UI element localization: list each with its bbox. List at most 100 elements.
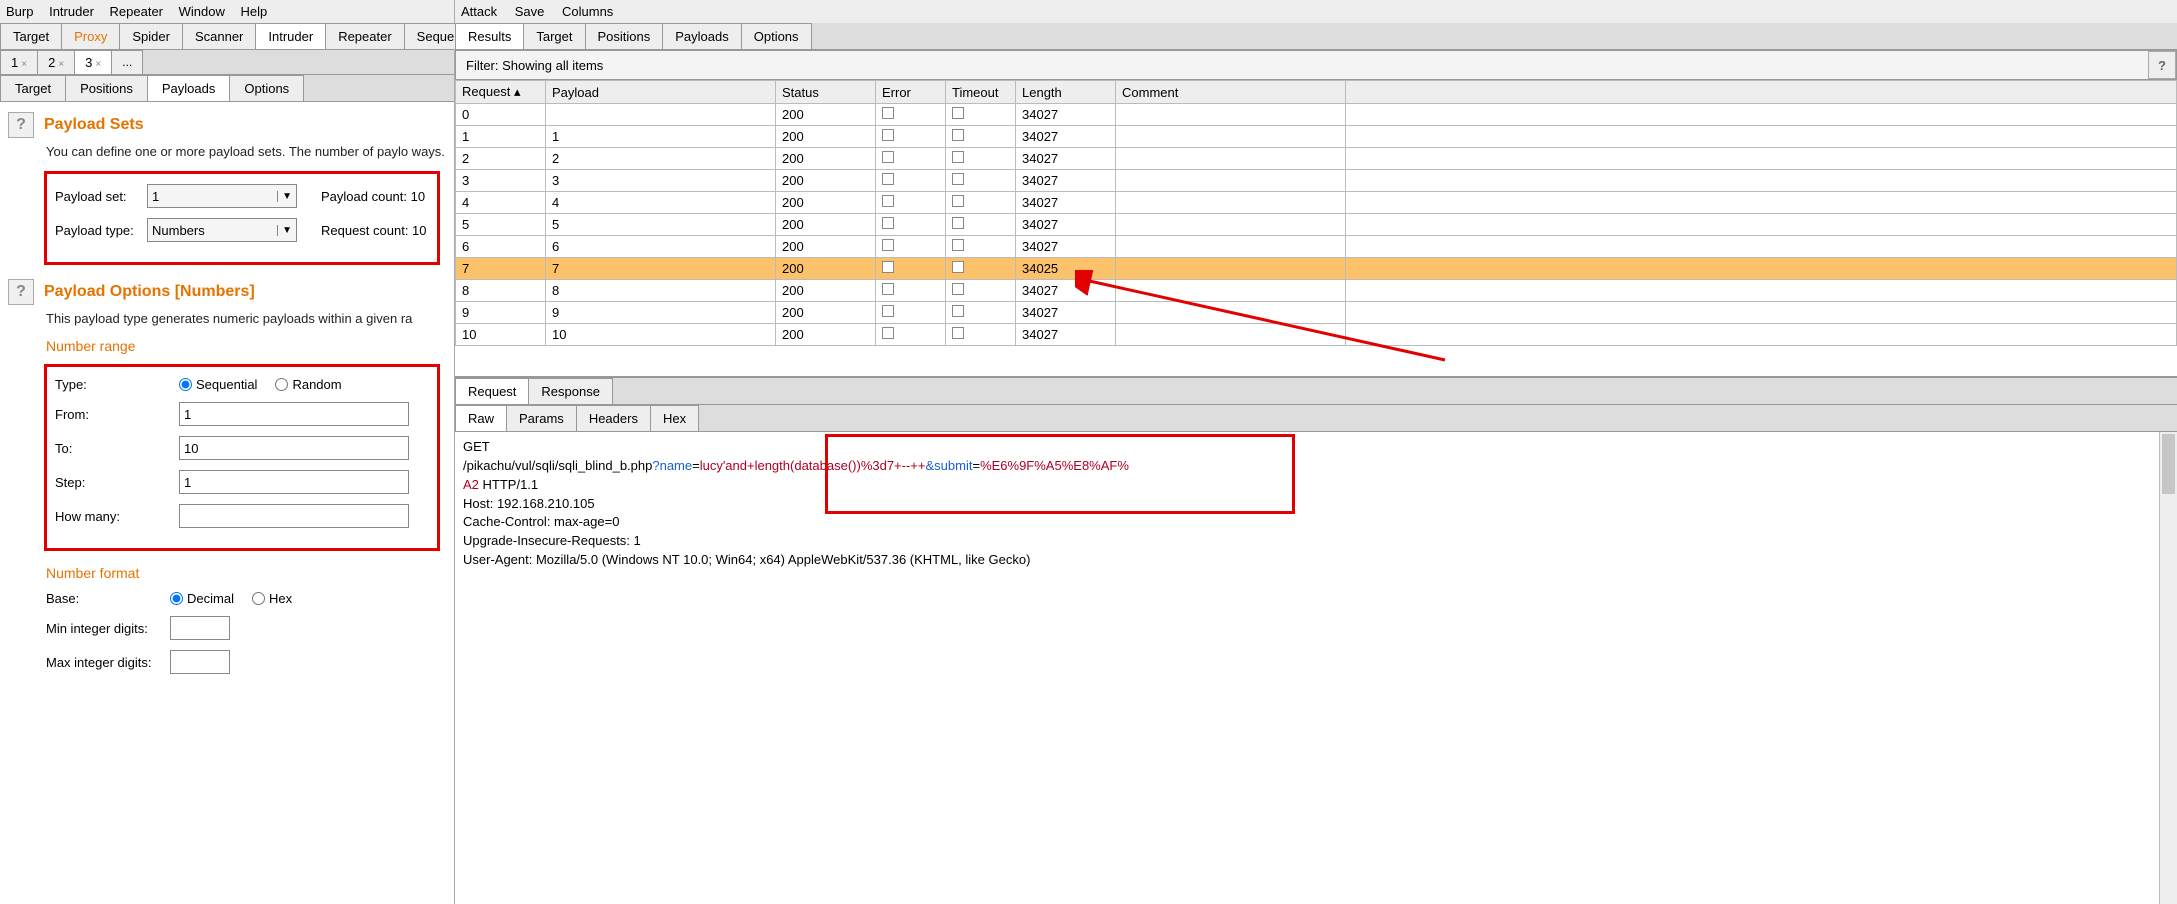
col-length[interactable]: Length: [1016, 81, 1116, 104]
tab-target-r[interactable]: Target: [523, 23, 585, 49]
payload-options-desc: This payload type generates numeric payl…: [46, 311, 446, 326]
table-row[interactable]: 101020034027: [456, 324, 2177, 346]
maxint-label: Max integer digits:: [46, 655, 170, 670]
table-row[interactable]: 1120034027: [456, 126, 2177, 148]
table-row[interactable]: 020034027: [456, 104, 2177, 126]
raw-tabs: Raw Params Headers Hex: [455, 405, 2177, 432]
results-table: Request ▴ Payload Status Error Timeout L…: [455, 80, 2177, 346]
tab-raw[interactable]: Raw: [455, 405, 507, 431]
subtab-options[interactable]: Options: [229, 75, 304, 101]
tab-headers[interactable]: Headers: [576, 405, 651, 431]
filter-text: Filter: Showing all items: [456, 52, 2148, 79]
subtab-payloads[interactable]: Payloads: [147, 75, 230, 101]
tab-positions-r[interactable]: Positions: [585, 23, 664, 49]
checkbox-icon: [882, 173, 894, 185]
howmany-input[interactable]: [179, 504, 409, 528]
numtab-3[interactable]: 3×: [74, 50, 112, 74]
filter-bar[interactable]: Filter: Showing all items ?: [455, 50, 2177, 80]
col-timeout[interactable]: Timeout: [946, 81, 1016, 104]
table-row[interactable]: 3320034027: [456, 170, 2177, 192]
checkbox-icon: [952, 283, 964, 295]
tab-response[interactable]: Response: [528, 378, 613, 404]
tab-spider[interactable]: Spider: [119, 23, 183, 49]
table-row[interactable]: 7720034025: [456, 258, 2177, 280]
from-input[interactable]: [179, 402, 409, 426]
number-range-box: Type: Sequential Random From: To:: [44, 364, 440, 551]
num-tabs: 1× 2× 3× ...: [0, 50, 454, 75]
checkbox-icon: [952, 107, 964, 119]
numtab-more[interactable]: ...: [111, 50, 143, 74]
radio-sequential[interactable]: [179, 378, 192, 391]
payload-type-dropdown[interactable]: Numbers▼: [147, 218, 297, 242]
close-icon[interactable]: ×: [58, 59, 64, 70]
tab-request[interactable]: Request: [455, 378, 529, 404]
table-row[interactable]: 8820034027: [456, 280, 2177, 302]
main-tabs: Target Proxy Spider Scanner Intruder Rep…: [0, 23, 454, 50]
close-icon[interactable]: ×: [21, 59, 27, 70]
subtab-target[interactable]: Target: [0, 75, 66, 101]
tab-proxy[interactable]: Proxy: [61, 23, 120, 49]
numtab-2[interactable]: 2×: [37, 50, 75, 74]
right-tabs: Results Target Positions Payloads Option…: [455, 23, 2177, 50]
tab-params[interactable]: Params: [506, 405, 577, 431]
filter-help-icon[interactable]: ?: [2148, 51, 2176, 79]
scrollbar[interactable]: [2159, 432, 2177, 904]
radio-hex[interactable]: [252, 592, 265, 605]
table-row[interactable]: 9920034027: [456, 302, 2177, 324]
col-comment[interactable]: Comment: [1116, 81, 1346, 104]
col-status[interactable]: Status: [776, 81, 876, 104]
tab-scanner[interactable]: Scanner: [182, 23, 256, 49]
raw-request[interactable]: GET /pikachu/vul/sqli/sqli_blind_b.php?n…: [455, 432, 2177, 904]
payload-sets-title: Payload Sets: [44, 116, 144, 134]
payload-sets-desc: You can define one or more payload sets.…: [46, 144, 446, 159]
menu-intruder[interactable]: Intruder: [49, 4, 94, 19]
menu-save[interactable]: Save: [515, 4, 545, 19]
subtab-positions[interactable]: Positions: [65, 75, 148, 101]
menu-help[interactable]: Help: [241, 4, 268, 19]
checkbox-icon: [952, 151, 964, 163]
tab-options-r[interactable]: Options: [741, 23, 812, 49]
close-icon[interactable]: ×: [95, 59, 101, 70]
maxint-input[interactable]: [170, 650, 230, 674]
col-blank: [1346, 81, 2177, 104]
table-row[interactable]: 4420034027: [456, 192, 2177, 214]
to-input[interactable]: [179, 436, 409, 460]
tab-hex[interactable]: Hex: [650, 405, 699, 431]
menu-repeater[interactable]: Repeater: [110, 4, 163, 19]
howmany-label: How many:: [55, 509, 179, 524]
radio-decimal[interactable]: [170, 592, 183, 605]
radio-random[interactable]: [275, 378, 288, 391]
sub-tabs: Target Positions Payloads Options: [0, 75, 454, 102]
minint-input[interactable]: [170, 616, 230, 640]
tab-payloads-r[interactable]: Payloads: [662, 23, 741, 49]
table-row[interactable]: 2220034027: [456, 148, 2177, 170]
tab-results[interactable]: Results: [455, 23, 524, 49]
checkbox-icon: [952, 239, 964, 251]
numtab-1[interactable]: 1×: [0, 50, 38, 74]
tab-target[interactable]: Target: [0, 23, 62, 49]
checkbox-icon: [882, 239, 894, 251]
checkbox-icon: [952, 195, 964, 207]
step-input[interactable]: [179, 470, 409, 494]
tab-intruder[interactable]: Intruder: [255, 23, 326, 49]
help-icon[interactable]: ?: [8, 279, 34, 305]
menu-columns[interactable]: Columns: [562, 4, 613, 19]
col-request[interactable]: Request ▴: [456, 81, 546, 104]
help-icon[interactable]: ?: [8, 112, 34, 138]
col-payload[interactable]: Payload: [546, 81, 776, 104]
checkbox-icon: [882, 305, 894, 317]
menu-window[interactable]: Window: [179, 4, 225, 19]
payload-set-box: Payload set: 1▼ Payload count: 10 Payloa…: [44, 171, 440, 265]
checkbox-icon: [882, 195, 894, 207]
menu-burp[interactable]: Burp: [6, 4, 33, 19]
col-error[interactable]: Error: [876, 81, 946, 104]
payload-type-label: Payload type:: [55, 223, 147, 238]
checkbox-icon: [882, 261, 894, 273]
payload-set-dropdown[interactable]: 1▼: [147, 184, 297, 208]
table-row[interactable]: 5520034027: [456, 214, 2177, 236]
type-label: Type:: [55, 377, 179, 392]
checkbox-icon: [952, 129, 964, 141]
table-row[interactable]: 6620034027: [456, 236, 2177, 258]
tab-repeater[interactable]: Repeater: [325, 23, 404, 49]
menu-attack[interactable]: Attack: [461, 4, 497, 19]
